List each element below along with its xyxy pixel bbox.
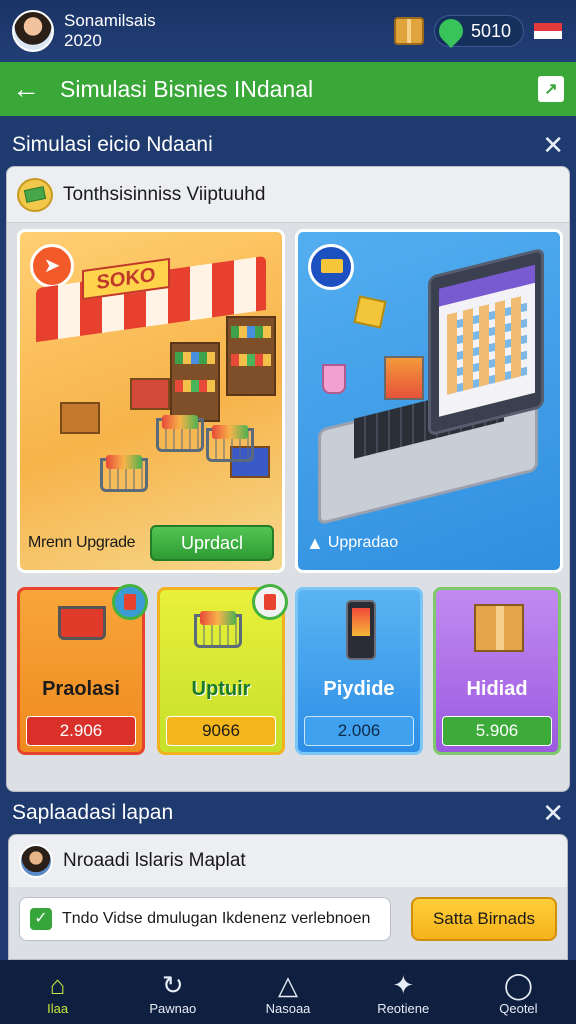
app-header: ← Simulasi Bisnies INdanal ↗ <box>0 62 576 116</box>
tasks-panel-title: Nroaadi lslaris Maplat <box>63 850 246 871</box>
refresh-icon: ↻ <box>161 969 184 1000</box>
coin-balance[interactable]: 5010 <box>433 14 524 48</box>
phone-icon <box>328 600 392 660</box>
nav-item-refresh[interactable]: ↻ Pawnao <box>115 960 230 1024</box>
coin-amount: 5010 <box>470 20 511 41</box>
close-icon[interactable]: ✕ <box>542 130 564 161</box>
todo-item[interactable]: ✓ Tndo Vidse dmulugan Ikdenenz verlebnoe… <box>19 897 391 941</box>
cart-illustration <box>156 415 204 452</box>
full-cart-icon <box>190 600 254 658</box>
nav-item-search[interactable]: ◯ Qeotel <box>461 960 576 1024</box>
nav-label: Qeotel <box>499 1000 538 1016</box>
product-card-praolasi[interactable]: Praolasi 2.906 <box>17 584 148 755</box>
product-title: Uptuir <box>191 678 251 700</box>
export-icon[interactable]: ↗ <box>538 76 564 102</box>
cart-illustration <box>100 455 148 492</box>
product-title: Praolasi <box>42 678 120 700</box>
megaphone-icon: ➤ <box>30 244 74 288</box>
business-panel: Tonthsisinniss Viiptuuhd ➤ SOKO Mrenn Up… <box>6 166 570 792</box>
upgrade-button[interactable]: Uprdacl <box>150 525 274 561</box>
upgrade-arrow-icon: ▲ <box>306 532 324 553</box>
product-card-piydide[interactable]: Piydide 2.006 <box>295 587 423 755</box>
online-upgrade-label[interactable]: Uppradao <box>328 534 398 552</box>
back-arrow-icon[interactable]: ← <box>12 73 48 105</box>
product-card-uptuir[interactable]: Uptuir 9066 <box>157 584 288 755</box>
top-bar: Sonamilsais 2020 5010 <box>0 0 576 62</box>
page-title: Simulasi Bisnies INdanal <box>60 75 314 102</box>
language-flag-icon[interactable] <box>534 19 564 43</box>
product-price-button[interactable]: 5.906 <box>442 716 552 746</box>
product-title: Hidiad <box>466 678 528 700</box>
top-right-controls: 5010 <box>393 14 564 48</box>
crate-illustration <box>60 402 100 434</box>
nav-label: Ilaa <box>47 1000 69 1016</box>
cup-illustration <box>322 364 346 394</box>
nav-item-triangle[interactable]: △ Nasoaa <box>230 960 345 1024</box>
leaf-coin-icon <box>433 14 468 48</box>
store-card-footer: Mrenn Upgrade Uprdacl <box>20 516 282 570</box>
profile-avatar[interactable] <box>12 10 54 52</box>
nav-item-home[interactable]: ⌂ Ilaa <box>0 960 115 1024</box>
nav-label: Nasoaa <box>265 1000 311 1016</box>
shopping-cart-icon <box>50 600 114 658</box>
product-price-button[interactable]: 9066 <box>166 716 276 746</box>
search-icon: ◯ <box>503 969 533 1000</box>
save-button[interactable]: Satta Birnads <box>411 897 557 941</box>
panel-header: Tonthsisinniss Viiptuuhd <box>7 167 569 223</box>
triangle-icon: △ <box>278 969 298 1000</box>
profile-info: Sonamilsais 2020 <box>64 11 156 51</box>
gift-badge-icon <box>252 584 288 620</box>
section-heading-reports: Saplaadasi lapan ✕ <box>0 788 576 838</box>
checkbox-checked-icon[interactable]: ✓ <box>30 908 52 930</box>
profile-name: Sonamilsais <box>64 11 156 30</box>
product-title: Piydide <box>323 678 395 700</box>
home-icon: ⌂ <box>49 969 66 1000</box>
section-title: Simulasi eicio Ndaani <box>12 133 213 156</box>
online-card-footer: ▲ Uppradao <box>298 516 560 570</box>
tasks-panel: Nroaadi lslaris Maplat ✓ Tndo Vidse dmul… <box>8 834 568 960</box>
wrench-icon: ✦ <box>392 969 415 1000</box>
todo-text: Tndo Vidse dmulugan Ikdenenz verlebnoen <box>62 910 371 927</box>
product-price-button[interactable]: 2.006 <box>304 716 414 746</box>
parcel-box-icon <box>466 600 530 658</box>
money-icon <box>17 177 53 212</box>
box-illustration <box>353 295 387 329</box>
crate-illustration <box>130 378 170 410</box>
tasks-panel-header: Nroaadi lslaris Maplat <box>9 835 567 887</box>
ticket-icon <box>308 244 354 290</box>
cart-illustration <box>206 425 254 462</box>
online-store-card[interactable]: ▲ Uppradao <box>295 229 563 573</box>
bottom-navigation: ⌂ Ilaa ↻ Pawnao △ Nasoaa ✦ Reotiene ◯ Qe… <box>0 960 576 1024</box>
nav-label: Pawnao <box>149 1000 197 1016</box>
shelf-illustration <box>170 342 220 422</box>
store-card[interactable]: ➤ SOKO Mrenn Upgrade Uprdacl <box>17 229 285 573</box>
nav-item-tools[interactable]: ✦ Reotiene <box>346 960 461 1024</box>
profile-year: 2020 <box>64 31 102 50</box>
close-icon[interactable]: ✕ <box>542 798 564 829</box>
laptop-screen-illustration <box>428 247 544 437</box>
cart-illustration <box>384 356 424 400</box>
shelf-illustration <box>226 316 276 396</box>
section-title: Saplaadasi lapan <box>12 801 174 824</box>
section-heading-simulation: Simulasi eicio Ndaani ✕ <box>0 120 576 170</box>
product-price-button[interactable]: 2.906 <box>26 716 136 746</box>
inventory-box-icon[interactable] <box>393 17 424 45</box>
store-upgrade-label: Mrenn Upgrade <box>28 534 136 551</box>
product-card-hidiad[interactable]: Hidiad 5.906 <box>433 587 561 755</box>
user-avatar <box>19 844 53 878</box>
phone-badge-icon <box>112 584 148 620</box>
panel-title: Tonthsisinniss Viiptuuhd <box>63 183 266 205</box>
nav-label: Reotiene <box>377 1000 430 1016</box>
